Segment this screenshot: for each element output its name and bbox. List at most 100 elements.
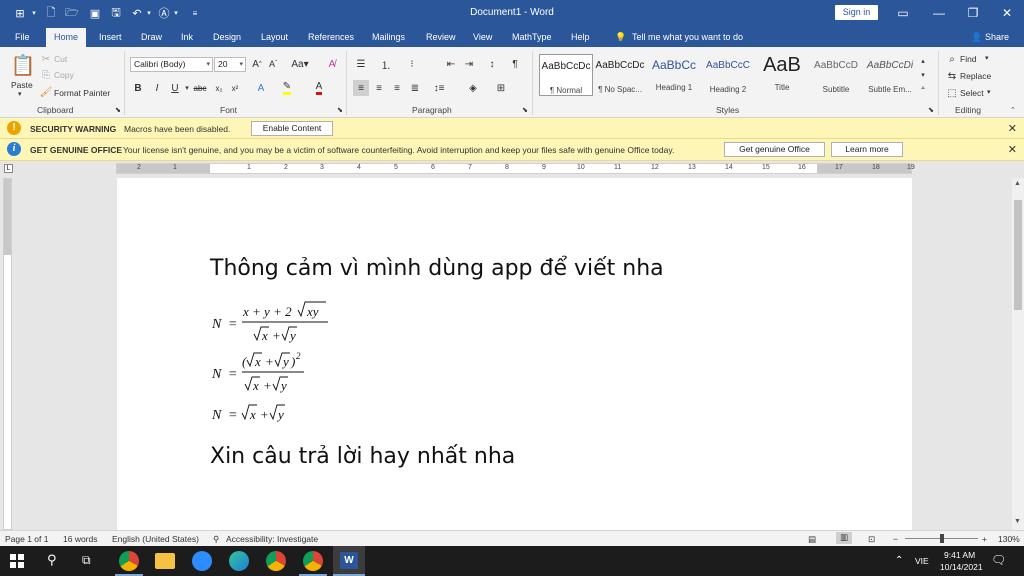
chrome-icon[interactable] <box>119 551 139 571</box>
multilevel-list-icon[interactable]: ⁝ <box>405 57 419 71</box>
shading-icon[interactable]: ◈ <box>466 81 480 95</box>
chrome-icon-3[interactable] <box>303 551 323 571</box>
close-icon[interactable]: ✕ <box>989 0 1024 26</box>
tab-ink[interactable]: Ink <box>177 30 197 47</box>
form-icon[interactable]: ▣ <box>88 5 102 21</box>
tray-chevron-icon[interactable]: ⌃ <box>895 555 903 566</box>
styles-launcher-icon[interactable]: ⬊ <box>928 106 934 114</box>
decrease-indent-icon[interactable]: ⇤ <box>444 57 458 71</box>
edge-icon[interactable] <box>229 551 249 571</box>
web-layout-icon[interactable]: ⊡ <box>868 534 875 545</box>
tab-references[interactable]: References <box>304 30 358 47</box>
font-launcher-icon[interactable]: ⬊ <box>337 106 343 114</box>
undo-dropdown-icon[interactable]: ▾ <box>145 5 153 21</box>
replace-icon[interactable]: ⇆ <box>945 69 959 83</box>
equation-3[interactable]: N = x + y <box>211 402 312 431</box>
zoom-in-icon[interactable]: + <box>982 534 987 544</box>
align-center-icon[interactable]: ≡ <box>372 81 386 95</box>
get-genuine-office-button[interactable]: Get genuine Office <box>724 142 825 157</box>
tab-help[interactable]: Help <box>567 30 594 47</box>
cut-button[interactable]: Cut <box>54 54 67 64</box>
grow-font-icon[interactable]: A ^ <box>250 57 264 71</box>
justify-icon[interactable]: ≣ <box>408 81 422 95</box>
select-icon[interactable]: ⬚ <box>945 86 959 100</box>
style-heading-2[interactable]: AaBbCcC Heading 2 <box>701 54 755 96</box>
vertical-scrollbar[interactable]: ▲ ▼ <box>1012 178 1024 530</box>
vertical-ruler[interactable] <box>3 178 12 530</box>
save-icon[interactable]: 🖫 <box>109 5 123 21</box>
chrome-icon-2[interactable] <box>266 551 286 571</box>
ribbon-display-icon[interactable]: ▭ <box>885 0 921 26</box>
zoom-slider-thumb[interactable] <box>940 534 944 543</box>
clock-time[interactable]: 9:41 AM <box>944 550 975 560</box>
tab-design[interactable]: Design <box>209 30 245 47</box>
paste-button[interactable]: Paste <box>11 80 33 90</box>
enable-content-button[interactable]: Enable Content <box>251 121 333 136</box>
style-subtle-emphasis[interactable]: AaBbCcDi Subtle Em... <box>863 54 917 96</box>
shrink-font-icon[interactable]: Aˇ <box>266 57 280 71</box>
replace-button[interactable]: Replace <box>960 71 991 81</box>
ink-dropdown-icon[interactable]: ▾ <box>172 5 180 21</box>
change-case-icon[interactable]: Aa▾ <box>290 57 310 71</box>
text-effects-icon[interactable]: A <box>254 81 268 95</box>
equation-1[interactable]: N = x + y + 2 xy x + y <box>211 300 332 353</box>
close-icon[interactable]: ✕ <box>1008 122 1017 135</box>
style-heading-1[interactable]: AaBbCc Heading 1 <box>647 54 701 96</box>
font-name-combo[interactable]: Calibri (Body) ▾ <box>130 57 213 72</box>
tab-file[interactable]: File <box>11 30 34 47</box>
chevron-down-icon[interactable]: ▾ <box>29 5 39 21</box>
select-button[interactable]: Select <box>960 88 984 98</box>
tab-home[interactable]: Home <box>46 28 87 47</box>
copy-icon[interactable]: ⎘ <box>39 68 53 82</box>
open-icon[interactable]: 🗁 <box>64 5 80 21</box>
align-left-icon[interactable]: ≡ <box>353 80 369 96</box>
subscript-icon[interactable]: x₂ <box>212 81 226 95</box>
paragraph-1[interactable]: Thông cảm vì mình dùng app để viết nha <box>210 256 664 281</box>
start-icon[interactable] <box>10 554 24 568</box>
focus-mode-icon[interactable]: ▤ <box>808 534 816 545</box>
clipboard-launcher-icon[interactable]: ⬊ <box>115 106 121 114</box>
clock-date[interactable]: 10/14/2021 <box>940 562 983 572</box>
bold-icon[interactable]: B <box>131 81 145 95</box>
zoom-out-icon[interactable]: − <box>893 534 898 544</box>
font-color-icon[interactable]: A <box>312 81 326 95</box>
cut-icon[interactable]: ✂ <box>39 52 53 66</box>
find-icon[interactable]: ⌕ <box>945 52 959 66</box>
paste-icon[interactable]: 📋 <box>11 53 36 77</box>
paste-dropdown-icon[interactable]: ▾ <box>18 90 22 98</box>
file-explorer-icon[interactable] <box>155 553 175 569</box>
close-icon[interactable]: ✕ <box>1008 143 1017 156</box>
copy-button[interactable]: Copy <box>54 70 74 80</box>
undo-icon[interactable]: ↶ <box>130 5 144 21</box>
document-page[interactable]: Thông cảm vì mình dùng app để viết nha N… <box>117 178 912 530</box>
paragraph-launcher-icon[interactable]: ⬊ <box>522 106 528 114</box>
tab-review[interactable]: Review <box>422 30 460 47</box>
select-dropdown-icon[interactable]: ▾ <box>987 88 991 96</box>
style-no-spacing[interactable]: AaBbCcDc ¶ No Spac... <box>593 54 647 96</box>
scroll-thumb[interactable] <box>1014 200 1022 310</box>
increase-indent-icon[interactable]: ⇥ <box>462 57 476 71</box>
word-logo-icon[interactable]: ⊞ <box>12 5 28 21</box>
task-view-icon[interactable]: ⧉ <box>82 553 91 568</box>
superscript-icon[interactable]: x² <box>228 81 242 95</box>
styles-scroll-up-icon[interactable]: ▴ <box>918 54 928 67</box>
zoom-app-icon[interactable] <box>192 551 212 571</box>
styles-more-icon[interactable]: ⩡ <box>918 82 928 95</box>
paragraph-2[interactable]: Xin câu trả lời hay nhất nha <box>210 444 515 469</box>
customize-icon[interactable]: ≡ <box>190 5 200 21</box>
collapse-ribbon-icon[interactable]: ⌃ <box>1010 106 1016 114</box>
print-layout-icon[interactable]: ▥ <box>836 532 852 544</box>
sort-icon[interactable]: ↕ <box>485 57 499 71</box>
tab-layout[interactable]: Layout <box>257 30 292 47</box>
scroll-down-icon[interactable]: ▼ <box>1014 518 1021 525</box>
tab-view[interactable]: View <box>469 30 496 47</box>
scroll-up-icon[interactable]: ▲ <box>1014 180 1021 187</box>
restore-icon[interactable]: ❐ <box>955 0 991 26</box>
new-doc-icon[interactable]: 🗋 <box>44 5 58 21</box>
font-size-combo[interactable]: 20 ▾ <box>214 57 246 72</box>
bullets-icon[interactable]: ☰ <box>354 57 368 71</box>
tab-insert[interactable]: Insert <box>95 30 126 47</box>
clear-formatting-icon[interactable]: A̸ <box>325 57 339 71</box>
notifications-icon[interactable]: 🗨 <box>991 553 1006 567</box>
borders-icon[interactable]: ⊞ <box>494 81 508 95</box>
